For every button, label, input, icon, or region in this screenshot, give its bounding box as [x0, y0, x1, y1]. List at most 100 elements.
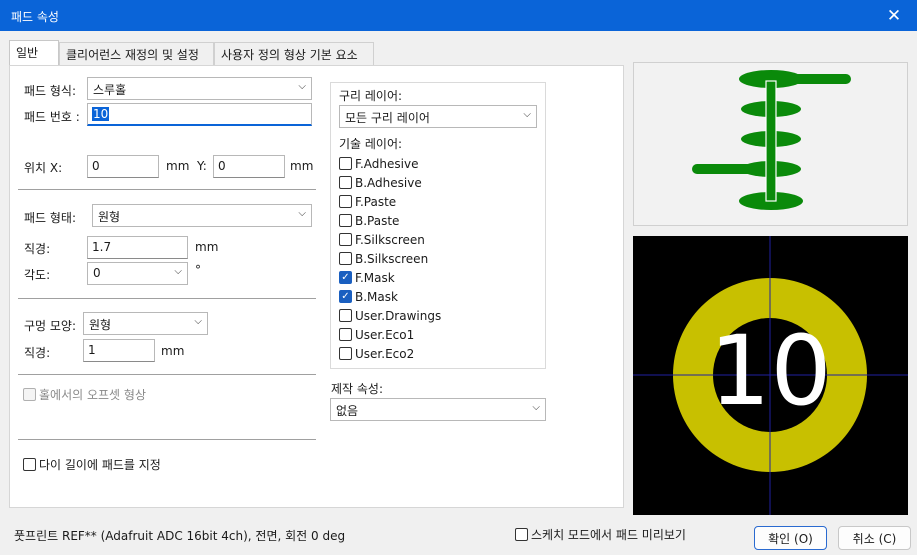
layer-checkbox-row: B.Adhesive — [339, 173, 539, 192]
cancel-button[interactable]: 취소 (C) — [838, 526, 911, 550]
ok-button[interactable]: 확인 (O) — [754, 526, 827, 550]
layer-label: B.Adhesive — [355, 175, 422, 190]
layer-checkbox[interactable] — [339, 157, 352, 170]
pad-number-preview: 10 — [709, 315, 832, 427]
position-y-field[interactable]: 0 — [213, 155, 285, 178]
separator — [18, 374, 316, 375]
separator — [18, 189, 316, 190]
layer-checkbox[interactable] — [339, 347, 352, 360]
angle-select[interactable]: 0 ⌵ — [87, 262, 188, 285]
position-x-value: 0 — [92, 159, 100, 173]
layer-checkbox-row: F.Silkscreen — [339, 230, 539, 249]
layer-checkbox[interactable] — [339, 328, 352, 341]
hole-shape-value: 원형 — [89, 318, 112, 332]
copper-layers-select[interactable]: 모든 구리 레이어 ⌵ — [339, 105, 537, 128]
close-icon[interactable]: ✕ — [871, 0, 917, 31]
offset-checkbox[interactable] — [23, 388, 36, 401]
pad-type-value: 스루홀 — [93, 83, 127, 97]
die-length-checkbox-row: 다이 길이에 패드를 지정 — [23, 455, 161, 474]
chevron-down-icon: ⌵ — [174, 266, 182, 277]
position-x-field[interactable]: 0 — [87, 155, 159, 178]
layer-checkbox[interactable] — [339, 252, 352, 265]
title-bar: 패드 속성 ✕ — [0, 0, 917, 31]
chevron-down-icon: ⌵ — [532, 402, 540, 413]
pad-shape-value: 원형 — [98, 210, 121, 224]
sketch-mode-checkbox[interactable] — [515, 528, 528, 541]
angle-unit: ° — [195, 263, 201, 277]
tab-clearance[interactable]: 클리어런스 재정의 및 설정 — [59, 42, 214, 65]
chevron-down-icon: ⌵ — [298, 208, 306, 219]
separator — [18, 439, 316, 440]
offset-label: 홀에서의 오프셋 형상 — [39, 388, 146, 402]
layer-label: User.Drawings — [355, 308, 442, 323]
hole-shape-select[interactable]: 원형 ⌵ — [83, 312, 208, 335]
position-y-label: Y: — [197, 159, 207, 173]
copper-layers-label: 구리 레이어: — [339, 89, 403, 103]
copper-layers-value: 모든 구리 레이어 — [345, 111, 430, 125]
layer-checkbox[interactable] — [339, 309, 352, 322]
layer-checkbox[interactable] — [339, 195, 352, 208]
sketch-mode-label: 스케치 모드에서 패드 미리보기 — [531, 528, 686, 542]
layer-label: User.Eco2 — [355, 346, 415, 361]
layer-checkbox-row: User.Eco1 — [339, 325, 539, 344]
layer-checkbox-row: ✓ F.Mask — [339, 268, 539, 287]
fab-property-value: 없음 — [336, 404, 359, 418]
position-y-value: 0 — [218, 159, 226, 173]
diameter-field[interactable]: 1.7 — [87, 236, 188, 259]
die-length-checkbox[interactable] — [23, 458, 36, 471]
diameter-unit: mm — [195, 240, 219, 254]
hole-diameter-field[interactable]: 1 — [83, 339, 155, 362]
layer-checkbox[interactable] — [339, 233, 352, 246]
chevron-down-icon: ⌵ — [194, 316, 202, 327]
layer-checkbox[interactable]: ✓ — [339, 271, 352, 284]
hole-diameter-value: 1 — [88, 343, 96, 357]
layer-checkbox-row: ✓ B.Mask — [339, 287, 539, 306]
position-x-unit: mm — [166, 159, 190, 173]
layer-checkbox-row: User.Eco2 — [339, 344, 539, 363]
layer-checkbox-row: F.Paste — [339, 192, 539, 211]
pad-preview: 10 — [633, 236, 908, 515]
offset-checkbox-row: 홀에서의 오프셋 형상 — [23, 385, 146, 404]
layer-label: F.Paste — [355, 194, 397, 209]
pad-number-field[interactable]: 10 — [87, 103, 312, 126]
layer-stack-graphic — [692, 70, 851, 210]
hole-shape-label: 구멍 모양: — [24, 319, 77, 333]
footprint-info: 풋프린트 REF** (Adafruit ADC 16bit 4ch), 전면,… — [14, 529, 346, 543]
diameter-label: 직경: — [24, 242, 51, 256]
tech-layers-list: F.Adhesive B.Adhesive F.Paste B.Paste F.Silk… — [339, 154, 539, 363]
angle-label: 각도: — [24, 268, 51, 282]
position-x-label: 위치 X: — [24, 161, 63, 175]
layer-checkbox[interactable] — [339, 214, 352, 227]
layer-checkbox-row: B.Paste — [339, 211, 539, 230]
layer-checkbox-row: F.Adhesive — [339, 154, 539, 173]
tab-custom-shape[interactable]: 사용자 정의 형상 기본 요소 — [214, 42, 374, 65]
pad-number-value: 10 — [92, 107, 110, 121]
hole-diameter-label: 직경: — [24, 346, 51, 360]
angle-value: 0 — [93, 266, 101, 280]
layer-label: B.Silkscreen — [355, 251, 429, 266]
pad-type-select[interactable]: 스루홀 ⌵ — [87, 77, 312, 100]
layer-label: B.Paste — [355, 213, 400, 228]
pad-shape-select[interactable]: 원형 ⌵ — [92, 204, 312, 227]
sketch-mode-checkbox-row: 스케치 모드에서 패드 미리보기 — [515, 525, 686, 544]
tab-general[interactable]: 일반 — [9, 40, 59, 66]
window-title: 패드 속성 — [11, 10, 59, 24]
pad-number-label: 패드 번호 : — [24, 110, 80, 124]
layer-label: User.Eco1 — [355, 327, 415, 342]
hole-diameter-unit: mm — [161, 344, 185, 358]
fab-property-select[interactable]: 없음 ⌵ — [330, 398, 546, 421]
layer-label: F.Mask — [355, 270, 395, 285]
pad-shape-label: 패드 형태: — [24, 211, 77, 225]
pad-type-label: 패드 형식: — [24, 84, 77, 98]
separator — [18, 298, 316, 299]
layer-checkbox[interactable] — [339, 176, 352, 189]
position-y-unit: mm — [290, 159, 314, 173]
tech-layers-label: 기술 레이어: — [339, 137, 403, 151]
die-length-label: 다이 길이에 패드를 지정 — [39, 458, 161, 472]
diameter-value: 1.7 — [92, 240, 112, 254]
layer-checkbox-row: B.Silkscreen — [339, 249, 539, 268]
layer-label: F.Adhesive — [355, 156, 419, 171]
chevron-down-icon: ⌵ — [523, 109, 531, 120]
layer-checkbox[interactable]: ✓ — [339, 290, 352, 303]
chevron-down-icon: ⌵ — [298, 81, 306, 92]
